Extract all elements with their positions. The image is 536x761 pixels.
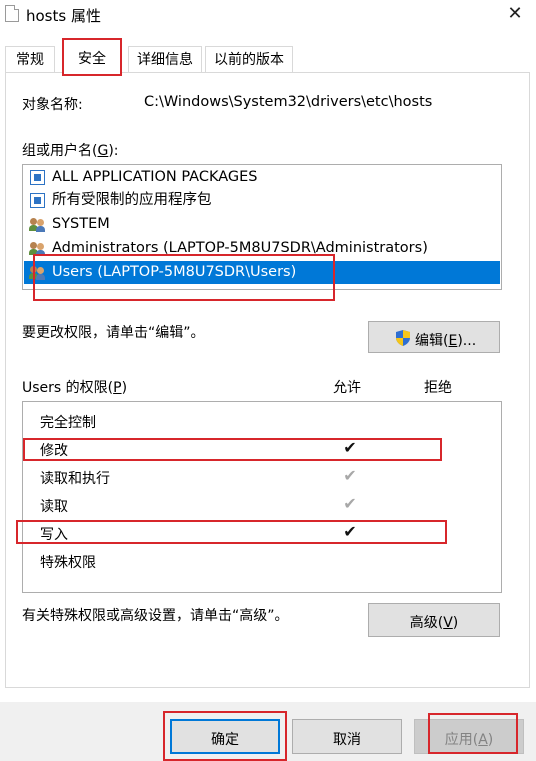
shield-icon [396, 330, 410, 346]
check-icon: ✔ [343, 466, 357, 485]
permission-row-full-control: 完全控制 [40, 415, 96, 431]
edit-hint: 要更改权限，请单击“编辑”。 [22, 325, 205, 341]
edit-button[interactable]: 编辑(E)... [368, 321, 500, 353]
permission-row-read-execute: 读取和执行 ✔ [23, 464, 501, 492]
package-icon [30, 193, 45, 208]
tab-security[interactable]: 安全 [62, 38, 122, 76]
check-icon: ✔ [343, 522, 357, 541]
list-item-all-app-packages[interactable]: ALL APPLICATION PACKAGES [24, 166, 500, 189]
window-title: hosts 属性 [26, 7, 101, 25]
close-button[interactable]: ✕ [500, 2, 530, 26]
file-icon [5, 5, 19, 22]
advanced-hint: 有关特殊权限或高级设置，请单击“高级”。 [22, 608, 289, 624]
permission-row-read: 读取 ✔ [23, 492, 501, 520]
check-icon: ✔ [343, 438, 357, 457]
object-name-value: C:\Windows\System32\drivers\etc\hosts [144, 94, 433, 110]
list-item-users[interactable]: Users (LAPTOP-5M8U7SDR\Users) [24, 261, 500, 284]
list-item-restricted-packages[interactable]: 所有受限制的应用程序包 [24, 189, 500, 212]
groups-label: 组或用户名(G): [22, 143, 119, 159]
permission-row-special: 特殊权限 [40, 555, 96, 571]
tab-details[interactable]: 详细信息 [128, 46, 202, 73]
tab-general[interactable]: 常规 [5, 46, 55, 73]
check-icon: ✔ [343, 494, 357, 513]
permissions-list[interactable]: 完全控制 修改 ✔ 读取和执行 ✔ 读取 ✔ 写入 ✔ 特殊权限 [22, 401, 502, 593]
list-item-system[interactable]: SYSTEM [24, 213, 500, 236]
cancel-button[interactable]: 取消 [292, 719, 402, 754]
user-list[interactable]: ALL APPLICATION PACKAGES 所有受限制的应用程序包 SYS… [22, 164, 502, 290]
users-icon [29, 241, 45, 256]
advanced-button[interactable]: 高级(V) [368, 603, 500, 637]
object-name-label: 对象名称: [22, 97, 83, 113]
apply-button[interactable]: 应用(A) [414, 719, 524, 754]
deny-header: 拒绝 [424, 380, 452, 396]
allow-header: 允许 [333, 380, 361, 396]
permissions-label: Users 的权限(P) [22, 380, 128, 396]
ok-button[interactable]: 确定 [170, 719, 280, 754]
permission-row-write: 写入 ✔ [23, 520, 501, 548]
list-item-administrators[interactable]: Administrators (LAPTOP-5M8U7SDR\Administ… [24, 237, 500, 260]
title-bar: hosts 属性 ✕ [0, 0, 536, 30]
users-icon [29, 265, 45, 280]
package-icon [30, 170, 45, 185]
users-icon [29, 217, 45, 232]
permission-row-modify: 修改 ✔ [23, 436, 501, 464]
tab-previous-versions[interactable]: 以前的版本 [205, 46, 293, 73]
